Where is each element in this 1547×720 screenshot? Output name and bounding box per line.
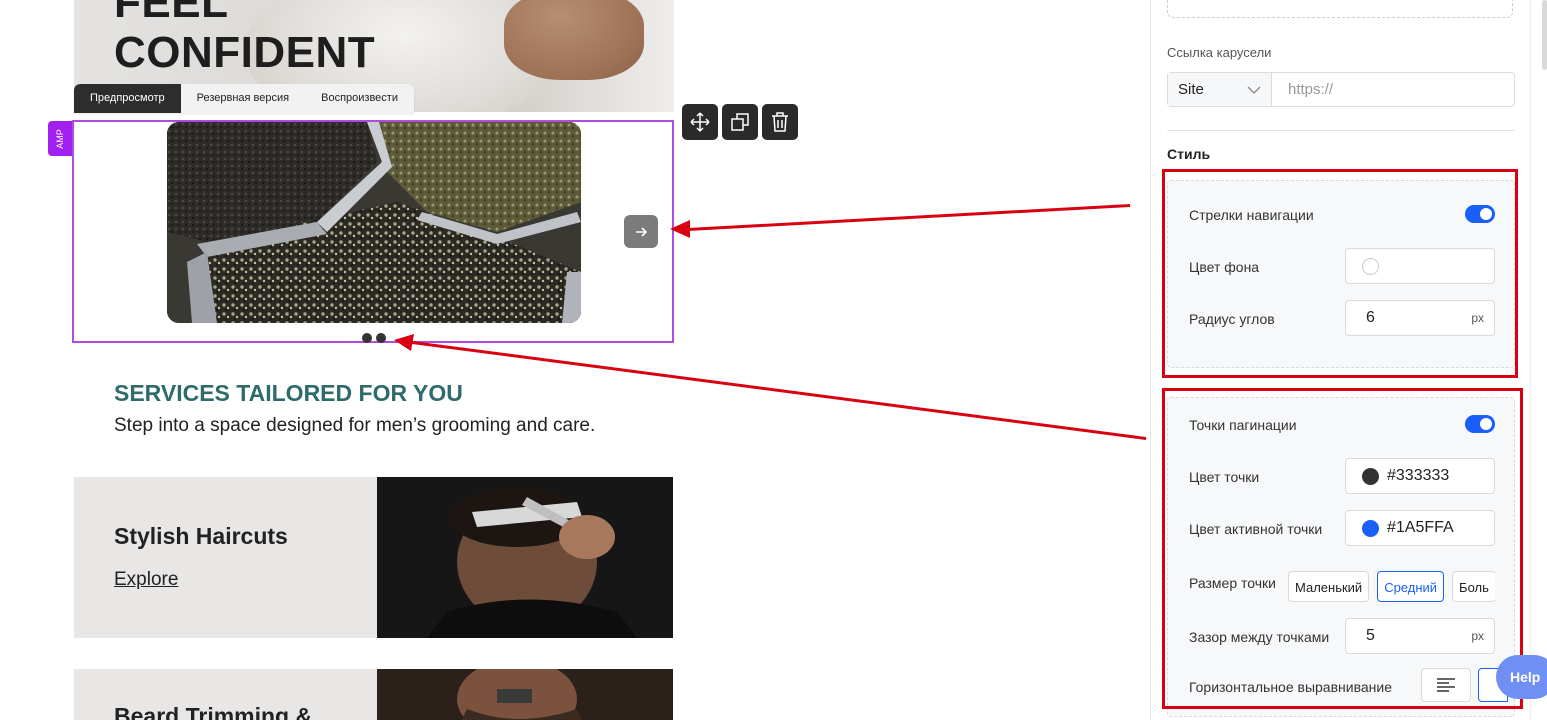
link-type-select[interactable]: Site — [1168, 73, 1272, 106]
style-heading: Стиль — [1167, 146, 1211, 162]
tab-fallback[interactable]: Резервная версия — [181, 84, 306, 113]
preview-tabs: Предпросмотр Резервная версия Воспроизве… — [74, 84, 414, 113]
pagination-dot[interactable] — [362, 333, 372, 343]
carousel-link-row: Site https:// — [1167, 72, 1515, 107]
duplicate-icon — [731, 113, 749, 131]
carousel-link-label: Ссылка карусели — [1167, 45, 1272, 60]
card-link[interactable]: Explore — [114, 569, 178, 591]
move-icon — [690, 112, 710, 132]
carousel-pagination — [362, 333, 386, 343]
services-subtitle: Step into a space designed for men’s gro… — [114, 415, 596, 436]
beard-photo — [377, 669, 673, 720]
arrow-right-icon — [636, 226, 648, 237]
divider — [1167, 130, 1515, 131]
block-toolbar — [682, 104, 798, 140]
carousel-image — [167, 122, 581, 323]
services-title: SERVICES TAILORED FOR YOU — [114, 380, 463, 406]
service-card: Stylish Haircuts Explore — [74, 477, 673, 638]
pagination-dot[interactable] — [376, 333, 386, 343]
email-canvas: FEEL CONFIDENT Предпросмотр Резервная ве… — [0, 0, 1150, 720]
hero-heading: FEEL CONFIDENT — [114, 0, 376, 77]
tab-preview[interactable]: Предпросмотр — [74, 84, 181, 113]
duplicate-button[interactable] — [722, 104, 758, 140]
card-title: Beard Trimming & — [114, 703, 313, 720]
card-title: Stylish Haircuts — [114, 523, 288, 549]
amp-badge: AMP — [48, 121, 72, 156]
link-url-input[interactable]: https:// — [1272, 73, 1514, 106]
haircut-photo — [377, 477, 673, 638]
chevron-down-icon — [1247, 86, 1261, 94]
service-card: Beard Trimming & — [74, 669, 673, 720]
panel-scrollbar[interactable] — [1530, 0, 1547, 720]
carousel-next-arrow[interactable] — [624, 215, 658, 248]
annotation-highlight — [1162, 388, 1523, 709]
annotation-highlight — [1162, 169, 1518, 378]
tab-play[interactable]: Воспроизвести — [305, 84, 414, 113]
delete-button[interactable] — [762, 104, 798, 140]
help-button[interactable]: Help — [1496, 655, 1547, 699]
upload-area[interactable] — [1167, 0, 1513, 18]
move-button[interactable] — [682, 104, 718, 140]
trash-icon — [772, 112, 788, 132]
